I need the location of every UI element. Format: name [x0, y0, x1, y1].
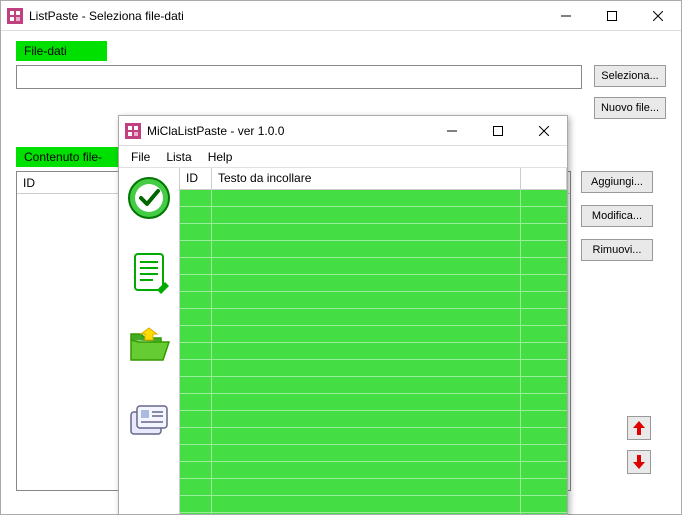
grid-row[interactable]	[180, 513, 567, 514]
document-edit-icon	[127, 250, 171, 294]
menu-list[interactable]: Lista	[158, 148, 199, 166]
grid-row[interactable]	[180, 224, 567, 241]
modify-button[interactable]: Modifica...	[581, 205, 653, 227]
app-icon	[7, 8, 23, 24]
edit-list-tool[interactable]	[127, 250, 171, 294]
app-icon	[125, 123, 141, 139]
grid-row[interactable]	[180, 445, 567, 462]
titlebar[interactable]: MiClaListPaste - ver 1.0.0	[119, 116, 567, 146]
grid-row[interactable]	[180, 343, 567, 360]
grid-header-row: ID Testo da incollare	[180, 168, 567, 190]
arrow-down-icon	[633, 455, 645, 469]
grid-row[interactable]	[180, 377, 567, 394]
file-path-input[interactable]	[16, 65, 582, 89]
grid-row[interactable]	[180, 462, 567, 479]
grid-row[interactable]	[180, 394, 567, 411]
checkmark-icon	[127, 176, 171, 220]
menubar: File Lista Help	[119, 146, 567, 168]
open-folder-tool[interactable]	[127, 324, 171, 368]
minimize-button[interactable]	[543, 1, 589, 31]
file-input-row: Seleziona... Nuovo file...	[16, 65, 666, 119]
select-button[interactable]: Seleziona...	[594, 65, 666, 87]
titlebar[interactable]: ListPaste - Seleziona file-dati	[1, 1, 681, 31]
folder-open-icon	[127, 324, 171, 368]
data-grid[interactable]: ID Testo da incollare	[179, 168, 567, 514]
new-file-button[interactable]: Nuovo file...	[594, 97, 666, 119]
window-body: ID Testo da incollare	[119, 168, 567, 514]
window-controls	[429, 116, 567, 146]
arrow-up-icon	[633, 421, 645, 435]
grid-row[interactable]	[180, 309, 567, 326]
toolbar	[119, 168, 179, 514]
move-down-button[interactable]	[627, 450, 651, 474]
file-buttons: Seleziona... Nuovo file...	[594, 65, 666, 119]
grid-row[interactable]	[180, 292, 567, 309]
grid-row[interactable]	[180, 275, 567, 292]
grid-row[interactable]	[180, 360, 567, 377]
grid-row[interactable]	[180, 479, 567, 496]
grid-header-spacer	[521, 168, 567, 189]
id-cards-icon	[127, 398, 171, 442]
edit-button-column: Aggiungi... Modifica... Rimuovi...	[581, 171, 665, 261]
grid-row[interactable]	[180, 326, 567, 343]
reorder-buttons	[627, 416, 651, 474]
add-button[interactable]: Aggiungi...	[581, 171, 653, 193]
window-title: MiClaListPaste - ver 1.0.0	[147, 124, 429, 138]
grid-row[interactable]	[180, 428, 567, 445]
minimize-button[interactable]	[429, 116, 475, 146]
grid-header-id[interactable]: ID	[180, 168, 212, 189]
grid-row[interactable]	[180, 258, 567, 275]
remove-button[interactable]: Rimuovi...	[581, 239, 653, 261]
window-main-listpaste: MiClaListPaste - ver 1.0.0 File Lista He…	[118, 115, 568, 515]
maximize-button[interactable]	[589, 1, 635, 31]
maximize-button[interactable]	[475, 116, 521, 146]
move-up-button[interactable]	[627, 416, 651, 440]
confirm-tool[interactable]	[127, 176, 171, 220]
grid-row[interactable]	[180, 241, 567, 258]
menu-file[interactable]: File	[123, 148, 158, 166]
grid-row[interactable]	[180, 207, 567, 224]
grid-row[interactable]	[180, 411, 567, 428]
section-label-file: File-dati	[16, 41, 107, 61]
grid-row[interactable]	[180, 496, 567, 513]
window-controls	[543, 1, 681, 31]
close-button[interactable]	[521, 116, 567, 146]
cards-tool[interactable]	[127, 398, 171, 442]
window-title: ListPaste - Seleziona file-dati	[29, 9, 543, 23]
grid-header-text[interactable]: Testo da incollare	[212, 168, 521, 189]
menu-help[interactable]: Help	[200, 148, 241, 166]
grid-row[interactable]	[180, 190, 567, 207]
grid-body[interactable]	[180, 190, 567, 514]
close-button[interactable]	[635, 1, 681, 31]
